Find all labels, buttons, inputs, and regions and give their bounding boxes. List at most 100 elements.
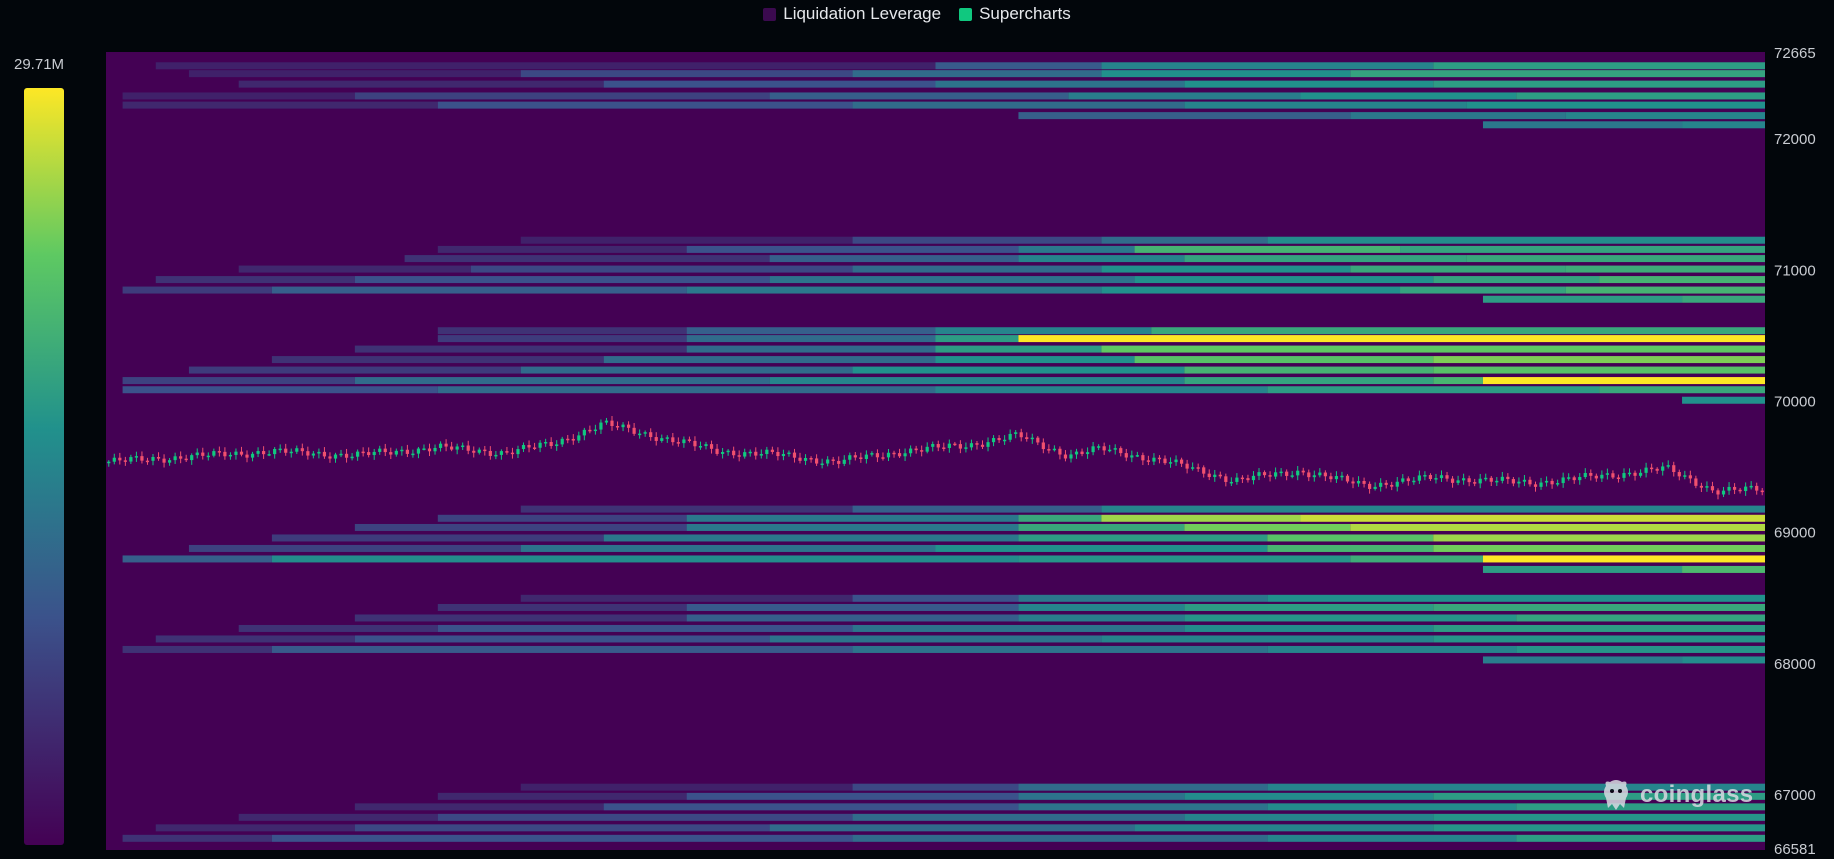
candle-down [1511,479,1515,484]
heatmap-cell [603,534,1019,542]
heatmap-cell [1565,265,1765,273]
candle-up [870,453,874,455]
candle-up [560,438,564,445]
candle-down [1699,485,1704,488]
candle-up [848,455,852,460]
candle-down [892,452,896,455]
candle-down [1428,475,1433,479]
candle-up [538,442,542,448]
candle-down [1179,459,1184,464]
heatmap-cell [437,245,687,253]
heatmap-cell [354,345,687,353]
heatmap-cell [437,335,687,343]
heatmap-cell [603,356,936,364]
heatmap-cell [188,366,521,374]
heatmap-cell [1018,523,1185,531]
candle-up [1500,476,1504,481]
candle-down [737,455,741,457]
candle-down [367,452,371,456]
heatmap-cell [686,603,1019,611]
candle-up [820,463,824,466]
y-tick-label: 72665 [1774,45,1816,62]
heatmap-cell [1350,265,1566,273]
candle-down [1716,490,1720,495]
heatmap-cell [354,803,604,811]
candle-up [378,448,382,452]
heatmap-cell [1599,386,1765,394]
heatmap-cell [1466,255,1765,263]
candle-up [1340,475,1344,478]
candle-down [179,456,183,459]
heatmap-cell [437,624,853,632]
heatmap-cell [1482,565,1683,573]
heatmap-cell [1482,295,1683,303]
heatmap-cell [354,523,687,531]
heatmap-cell [238,813,438,821]
candle-down [942,447,946,449]
candle-up [521,444,526,450]
candle-up [1412,480,1416,483]
candle-down [997,438,1001,441]
candle-down [1650,467,1654,470]
heatmap-cell [852,70,1102,78]
candle-down [732,450,736,456]
candle-up [1312,475,1316,478]
candle-down [1390,484,1394,487]
heatmap-cell [935,345,1102,353]
candle-up [134,456,139,458]
candle-up [1290,475,1294,477]
candle-up [931,443,935,447]
candle-up [311,453,315,456]
candle-up [765,449,769,455]
candle-down [615,425,620,428]
heatmap-cell [852,624,1185,632]
candle-down [239,451,244,455]
candle-up [494,454,498,457]
candle-up [461,445,465,448]
candle-down [1489,477,1493,482]
candle-up [803,458,808,461]
candle-up [167,460,172,463]
candle-down [1240,477,1245,480]
candle-down [1550,480,1554,485]
heatmap-cell [686,514,1019,522]
candle-up [1434,478,1438,480]
candle-up [555,444,559,447]
candle-up [295,448,299,452]
candle-up [1279,471,1283,474]
candle-up [1539,482,1543,487]
heatmap-cell [1267,236,1765,244]
heatmap-cell [1599,276,1765,284]
candle-down [184,458,188,461]
heatmap-cell [437,813,853,821]
candle-up [925,446,929,452]
candle-down [245,454,249,458]
candle-up [1174,459,1178,463]
candle-down [776,451,780,457]
heatmap-cell [769,824,1135,832]
candle-up [1395,481,1399,487]
heatmap-cell [1134,356,1434,364]
heatmap-cell [1433,356,1765,364]
candle-down [162,458,166,463]
heatmap-cell [271,286,687,294]
candle-down [361,451,365,454]
candle-down [300,448,304,452]
candle-up [339,453,343,456]
candle-up [190,455,194,461]
candle-up [1744,486,1748,492]
candle-down [1384,482,1388,485]
y-axis: 72665 72000 71000 70000 69000 68000 67000 66581 [1774,45,1816,858]
candle-down [676,442,680,444]
heatmap-cell [1018,245,1135,253]
candle-up [1334,476,1339,480]
heatmap-cell [1184,255,1467,263]
candle-down [1594,475,1598,479]
candle-down [953,443,957,446]
candle-up [991,438,996,443]
candle-up [333,454,338,459]
candle-down [1467,478,1471,483]
heatmap-cell [1350,555,1483,563]
heatmap-cell [1101,236,1268,244]
heatmap-chart[interactable]: 72665 72000 71000 70000 69000 68000 67000 66581 [0,0,1834,859]
